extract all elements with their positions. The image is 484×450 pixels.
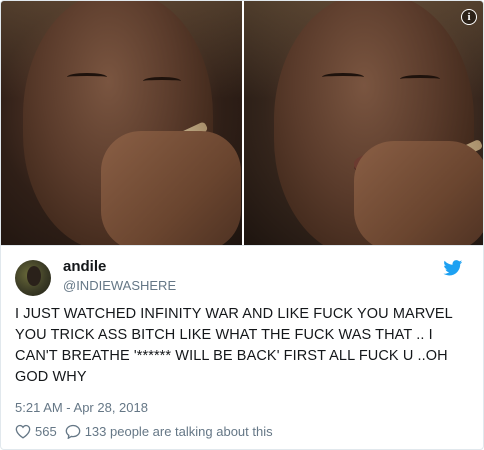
photo-eye xyxy=(400,75,440,83)
talking-count[interactable]: 133 people are talking about this xyxy=(85,424,273,439)
avatar[interactable] xyxy=(15,260,51,296)
photo-eye xyxy=(143,77,181,85)
twitter-bird-icon[interactable] xyxy=(443,260,463,276)
info-glyph: i xyxy=(467,11,471,23)
photo-hand xyxy=(354,141,483,245)
photo-hand xyxy=(101,131,241,245)
tweet-actions: 565 133 people are talking about this xyxy=(15,424,273,439)
tweet-timestamp[interactable]: 5:21 AM - Apr 28, 2018 xyxy=(15,400,148,415)
display-name[interactable]: andile xyxy=(63,258,106,275)
comment-icon[interactable] xyxy=(65,424,81,439)
tweet-media[interactable]: i xyxy=(1,1,483,245)
like-count[interactable]: 565 xyxy=(35,424,57,439)
embedded-tweet-card: i andile @INDIEWASHERE I JUST WATCHED IN… xyxy=(0,0,484,450)
user-handle[interactable]: @INDIEWASHERE xyxy=(63,278,176,293)
media-photo-right[interactable]: i xyxy=(244,1,483,245)
info-icon[interactable]: i xyxy=(461,9,477,25)
tweet-body: andile @INDIEWASHERE I JUST WATCHED INFI… xyxy=(1,245,483,449)
tweet-text: I JUST WATCHED INFINITY WAR AND LIKE FUC… xyxy=(15,306,453,385)
photo-eye xyxy=(67,73,107,81)
media-photo-left[interactable] xyxy=(1,1,242,245)
heart-icon[interactable] xyxy=(15,424,31,439)
photo-eye xyxy=(322,73,364,81)
